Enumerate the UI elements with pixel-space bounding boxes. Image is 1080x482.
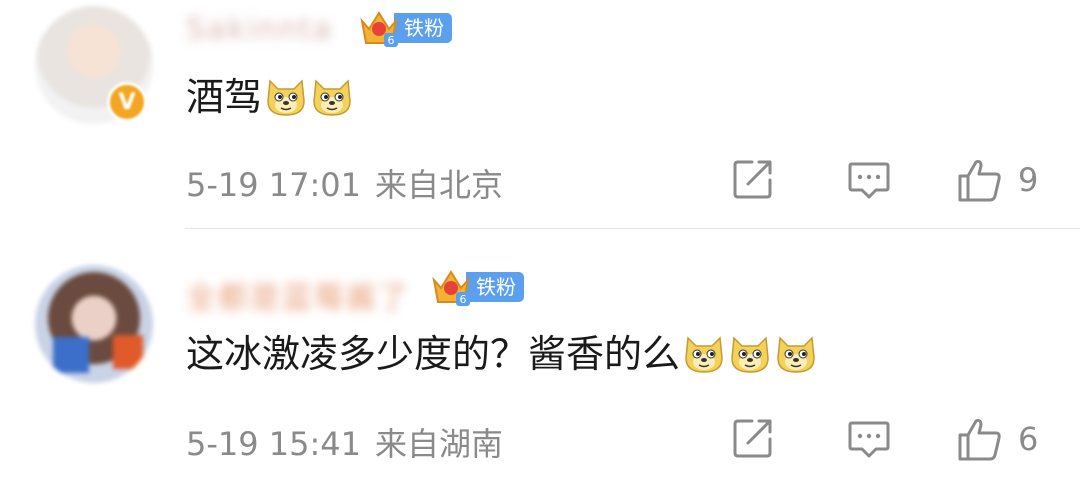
comment-text: 这冰激凌多少度的？酱香的么 xyxy=(186,331,818,377)
verified-badge-icon: V xyxy=(107,82,147,122)
comment-meta: 5-19 17:01 来自北京 xyxy=(186,160,503,206)
thumbs-up-icon xyxy=(958,419,1001,461)
fan-badge[interactable]: 6 铁粉 xyxy=(358,11,452,47)
location: 来自北京 xyxy=(375,166,504,204)
username[interactable]: 全都是蓝莓酱了 xyxy=(186,273,410,317)
crown-badge-icon: 6 xyxy=(432,270,470,306)
like-count: 9 xyxy=(1018,161,1039,199)
comment-item: 全都是蓝莓酱了 6 铁粉 这冰激凌多少度的？酱香的么 5-19 15:41 来自… xyxy=(0,229,1080,482)
reply-button[interactable] xyxy=(846,156,892,202)
comment-icon xyxy=(848,421,890,458)
crown-badge-icon: 6 xyxy=(360,11,398,47)
svg-text:6: 6 xyxy=(460,293,467,306)
comment-meta: 5-19 15:41 来自湖南 xyxy=(186,419,503,465)
doge-emoji-icon xyxy=(777,336,815,373)
like-count: 6 xyxy=(1018,420,1039,458)
fan-badge[interactable]: 6 铁粉 xyxy=(430,270,524,306)
timestamp: 5-19 17:01 xyxy=(186,166,362,204)
comment-body: 酒驾 xyxy=(186,75,263,119)
share-icon xyxy=(733,160,772,199)
share-button[interactable] xyxy=(730,156,776,202)
reply-button[interactable] xyxy=(846,415,892,461)
comment-icon xyxy=(848,162,890,199)
avatar[interactable] xyxy=(35,265,153,383)
share-icon xyxy=(733,419,772,458)
share-button[interactable] xyxy=(730,415,776,461)
location: 来自湖南 xyxy=(375,425,504,463)
comment-body: 这冰激凌多少度的？酱香的么 xyxy=(186,332,681,376)
doge-emoji-icon xyxy=(313,79,351,116)
doge-emoji-icon xyxy=(267,79,305,116)
comment-text: 酒驾 xyxy=(186,74,354,120)
fan-badge-label: 铁粉 xyxy=(394,13,452,43)
username[interactable]: Sakinnta xyxy=(186,12,333,47)
like-button[interactable]: 6 xyxy=(956,415,1038,463)
timestamp: 5-19 15:41 xyxy=(186,425,362,463)
doge-emoji-icon xyxy=(685,336,723,373)
fan-badge-label: 铁粉 xyxy=(466,272,524,302)
comment-item: V Sakinnta 6 铁粉 酒驾 5-19 17:01 来自北京 9 xyxy=(0,0,1080,228)
like-button[interactable]: 9 xyxy=(956,156,1038,204)
thumbs-up-icon xyxy=(958,160,1001,202)
svg-text:6: 6 xyxy=(388,34,395,47)
doge-emoji-icon xyxy=(731,336,769,373)
